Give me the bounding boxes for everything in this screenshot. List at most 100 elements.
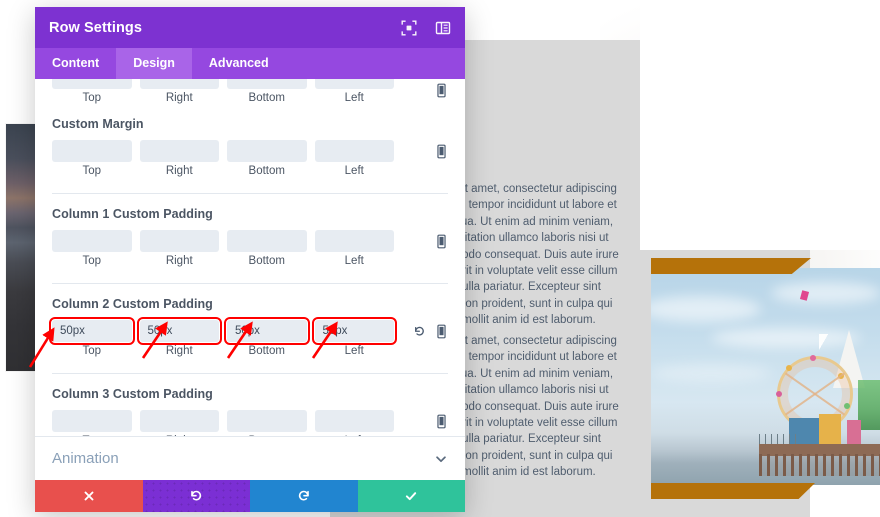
field-top: Top — [52, 79, 132, 104]
col1-padding-top-input[interactable] — [52, 230, 132, 252]
field-left: 50px Left — [311, 317, 397, 357]
tab-advanced[interactable]: Advanced — [192, 48, 286, 79]
background-text-line: aliqua. Ut enim ad minim veniam, — [443, 215, 614, 228]
col2-padding-right-input[interactable]: 50px — [136, 317, 222, 345]
chevron-down-icon[interactable] — [434, 452, 448, 466]
field-top: Top — [52, 140, 132, 177]
background-text-line: at nulla pariatur. Excepteur sint — [443, 281, 601, 294]
fields-row: Top Right Bottom Left — [52, 140, 448, 177]
col3-padding-left-input[interactable] — [314, 410, 394, 432]
field-label-right: Right — [165, 345, 193, 357]
modal-header: Row Settings — [35, 7, 465, 48]
responsive-mobile-icon[interactable] — [435, 144, 448, 159]
pier-pilings-shape — [759, 454, 880, 476]
field-right: Right — [139, 140, 219, 177]
responsive-mobile-icon[interactable] — [435, 83, 448, 98]
background-text-line: tat non proident, sunt in culpa qui — [443, 297, 613, 310]
col3-padding-top-input[interactable] — [52, 410, 132, 432]
background-text-block-2: or sit amet, consectetur adipiscing mod … — [436, 333, 643, 481]
page-title: Row Settings — [49, 19, 143, 36]
close-icon — [84, 491, 94, 501]
undo-button[interactable] — [142, 480, 250, 512]
settings-group-column-2-padding: Column 2 Custom Padding 50px Top 50px Ri… — [49, 284, 448, 374]
col2-padding-top-input[interactable]: 50px — [49, 317, 135, 345]
group-label: Column 1 Custom Padding — [52, 207, 213, 221]
margin-bottom-input[interactable] — [227, 140, 307, 162]
row-tools — [402, 79, 448, 101]
field-bottom: Bottom — [227, 140, 307, 177]
screenshot-root: or sit amet, consectetur adipiscing mod … — [0, 0, 880, 517]
right-pier-image — [651, 268, 880, 485]
row-settings-modal: Row Settings Content Design Advanced Top… — [35, 7, 465, 512]
field-bottom: 50px Bottom — [224, 317, 310, 357]
field-label-top: Top — [82, 345, 102, 357]
padding-right-input[interactable] — [139, 79, 219, 89]
margin-top-input[interactable] — [52, 140, 132, 162]
responsive-mobile-icon[interactable] — [435, 234, 448, 249]
cancel-button[interactable] — [35, 480, 143, 512]
background-text-line: nderit in voluptate velit esse cillum — [443, 265, 618, 278]
row-tools — [402, 230, 448, 252]
col1-padding-right-input[interactable] — [139, 230, 219, 252]
settings-group-column-1-padding: Column 1 Custom Padding Top Right Bottom — [52, 194, 448, 284]
reset-icon[interactable] — [413, 324, 426, 339]
field-label-right: Right — [165, 92, 193, 104]
padding-left-input[interactable] — [314, 79, 394, 89]
margin-right-input[interactable] — [139, 140, 219, 162]
margin-left-input[interactable] — [314, 140, 394, 162]
col1-padding-left-input[interactable] — [314, 230, 394, 252]
field-label-left: Left — [344, 255, 364, 267]
field-left: Left — [314, 140, 394, 177]
padding-top-input[interactable] — [52, 79, 132, 89]
background-text-line: xercitation ullamco laboris nisi ut — [443, 384, 609, 397]
left-beach-image — [6, 124, 37, 371]
field-top: Top — [52, 230, 132, 267]
fields-row: Top Right Bottom Left — [52, 230, 448, 267]
padding-bottom-input[interactable] — [227, 79, 307, 89]
yellow-building-shape — [819, 414, 841, 446]
field-left: Left — [314, 230, 394, 267]
background-text-line: mod tempor incididunt ut labore et — [443, 199, 617, 212]
background-text-line: mmodo consequat. Duis aute irure — [443, 248, 619, 261]
background-text-line: unt mollit anim id est laborum. — [443, 466, 596, 479]
background-text-line: mmodo consequat. Duis aute irure — [443, 400, 619, 413]
modal-tabbar: Content Design Advanced — [35, 48, 465, 79]
group-label: Column 2 Custom Padding — [52, 297, 213, 311]
pier-photo-canvas — [651, 268, 880, 485]
background-white-block — [640, 0, 880, 250]
field-left: Left — [314, 79, 394, 104]
tab-content[interactable]: Content — [35, 48, 116, 79]
fields-row: Top Right Bottom Left — [52, 79, 448, 104]
settings-group-custom-margin: Custom Margin Top Right Bottom Left — [52, 104, 448, 194]
orange-divider-bottom — [651, 483, 815, 499]
col2-padding-bottom-input[interactable]: 50px — [224, 317, 310, 345]
col3-padding-right-input[interactable] — [139, 410, 219, 432]
col2-padding-left-input[interactable]: 50px — [311, 317, 397, 345]
col3-padding-bottom-input[interactable] — [227, 410, 307, 432]
modal-body-scroll[interactable]: Top Right Bottom Left Custom Margin Top … — [35, 79, 465, 480]
header-icon-group — [401, 20, 451, 36]
tab-design[interactable]: Design — [116, 48, 192, 79]
background-text-line: nderit in voluptate velit esse cillum — [443, 417, 618, 430]
field-top: 50px Top — [49, 317, 135, 357]
settings-group-partial: Top Right Bottom Left — [52, 79, 448, 104]
field-label-left: Left — [344, 92, 364, 104]
background-text-line: xercitation ullamco laboris nisi ut — [443, 232, 609, 245]
row-tools — [402, 140, 448, 162]
responsive-mobile-icon[interactable] — [435, 414, 448, 429]
background-text-line: unt mollit anim id est laborum. — [443, 314, 596, 327]
col1-padding-bottom-input[interactable] — [227, 230, 307, 252]
field-label-bottom: Bottom — [248, 165, 285, 177]
group-label: Custom Margin — [52, 117, 144, 131]
fullscreen-icon[interactable] — [401, 20, 417, 36]
row-tools — [402, 410, 448, 432]
animation-section-toggle[interactable]: Animation — [35, 436, 465, 480]
background-text-line: mod tempor incididunt ut labore et — [443, 351, 617, 364]
layout-toggle-icon[interactable] — [435, 20, 451, 36]
field-label-top: Top — [82, 255, 102, 267]
responsive-mobile-icon[interactable] — [435, 324, 448, 339]
pink-building-shape — [847, 420, 861, 446]
redo-button[interactable] — [250, 480, 358, 512]
save-button[interactable] — [357, 480, 465, 512]
animation-section-label: Animation — [52, 450, 119, 467]
